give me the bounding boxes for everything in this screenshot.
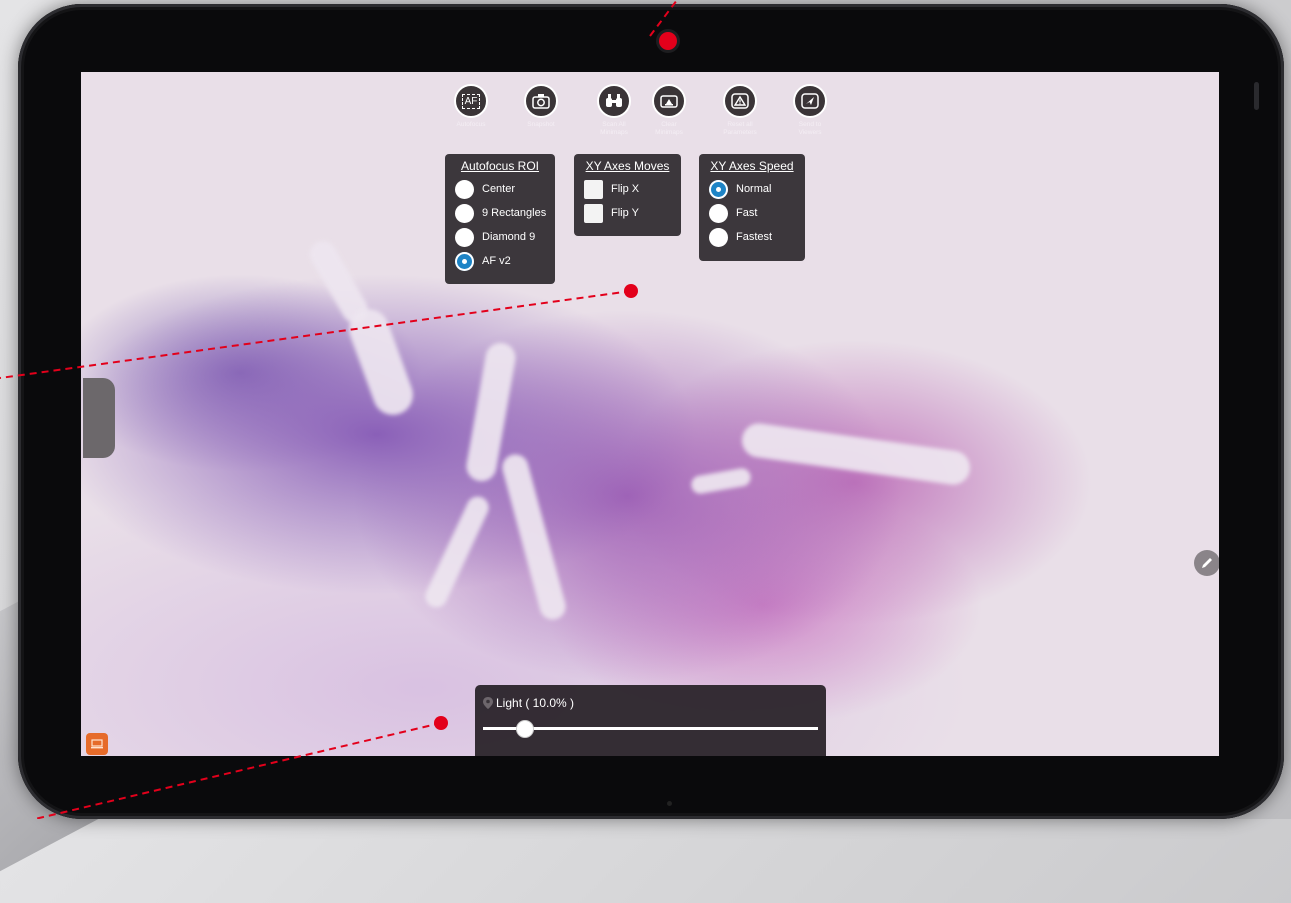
autofocus-roi-title: Autofocus ROI xyxy=(460,159,540,173)
toolbar: AF Autofocus Snapshot Scan All Minimaps C… xyxy=(81,84,1219,154)
xy-axes-moves-title: XY Axes Moves xyxy=(585,159,670,173)
light-control-panel: Light ( 10.0% ) xyxy=(475,685,826,756)
roi-radio-9-rectangles[interactable] xyxy=(455,203,474,223)
speed-radio-normal[interactable] xyxy=(709,179,728,199)
keyboard-button[interactable] xyxy=(86,733,108,755)
light-slider-thumb[interactable] xyxy=(515,720,534,738)
snapshot-tool[interactable]: Snapshot xyxy=(513,84,569,129)
flip-y-label: Flip Y xyxy=(611,207,639,219)
roi-option-9-rectangles[interactable]: 9 Rectangles xyxy=(445,201,555,225)
speed-option-fastest[interactable]: Fastest xyxy=(699,225,805,249)
speed-radio-fast[interactable] xyxy=(709,203,728,223)
af-icon: AF xyxy=(461,93,481,109)
camera-icon xyxy=(532,94,550,109)
reset-params-tool[interactable]: Reset all Parameters xyxy=(712,84,768,137)
flip-x-option[interactable]: Flip X xyxy=(574,177,681,201)
microscope-view[interactable]: AF Autofocus Snapshot Scan All Minimaps C… xyxy=(81,72,1219,756)
flip-y-option[interactable]: Flip Y xyxy=(574,201,681,225)
xy-axes-speed-title: XY Axes Speed xyxy=(710,159,794,173)
roi-radio-af-v2[interactable] xyxy=(455,251,474,271)
reset-label-1: Reset all xyxy=(727,121,753,128)
autofocus-roi-panel: Autofocus ROI Center 9 Rectangles Diamon… xyxy=(445,154,555,284)
reset-params-button[interactable] xyxy=(723,84,757,118)
clear-minimaps-tool[interactable]: Clear Minimaps xyxy=(641,84,697,137)
speed-option-label: Normal xyxy=(736,183,772,195)
tablet-side-grip xyxy=(83,378,115,458)
scan-all-tool[interactable]: Scan All Minimaps xyxy=(586,84,642,137)
scan-all-label-2: Minimaps xyxy=(600,129,628,136)
keyboard-icon xyxy=(91,739,103,749)
speed-option-label: Fast xyxy=(736,207,758,219)
scan-all-button[interactable] xyxy=(597,84,631,118)
roi-option-label: Diamond 9 xyxy=(482,231,536,243)
flip-x-checkbox[interactable] xyxy=(584,179,603,199)
xy-axes-moves-panel: XY Axes Moves Flip X Flip Y xyxy=(574,154,681,236)
snapshot-label: Snapshot xyxy=(527,121,555,128)
eraser-icon xyxy=(660,95,678,108)
autofocus-tool[interactable]: AF Autofocus xyxy=(443,84,499,129)
roi-radio-center[interactable] xyxy=(455,179,474,199)
roi-option-diamond-9[interactable]: Diamond 9 xyxy=(445,225,555,249)
clear-label-2: Minimaps xyxy=(655,129,683,136)
warning-icon xyxy=(731,93,749,109)
roi-option-af-v2[interactable]: AF v2 xyxy=(445,249,555,273)
reset-label-2: Parameters xyxy=(723,129,757,136)
autofocus-button[interactable]: AF xyxy=(454,84,488,118)
speed-option-normal[interactable]: Normal xyxy=(699,177,805,201)
clear-minimaps-button[interactable] xyxy=(652,84,686,118)
send-label-2: Viewers xyxy=(798,129,822,136)
tablet-bottom-sensor xyxy=(667,801,672,806)
pencil-icon xyxy=(1202,558,1212,568)
clear-label-1: Clear xyxy=(661,121,677,128)
roi-option-label: 9 Rectangles xyxy=(482,207,547,219)
autofocus-label: Autofocus xyxy=(456,121,486,128)
flip-x-label: Flip X xyxy=(611,183,640,195)
send-viewers-tool[interactable]: Send to Viewers xyxy=(782,84,838,137)
speed-option-fast[interactable]: Fast xyxy=(699,201,805,225)
flip-y-checkbox[interactable] xyxy=(584,203,603,223)
edit-button[interactable] xyxy=(1194,550,1219,576)
xy-axes-speed-panel: XY Axes Speed Normal Fast Fastest xyxy=(699,154,805,261)
roi-radio-diamond-9[interactable] xyxy=(455,227,474,247)
send-label-1: Send to xyxy=(798,121,822,128)
tablet-side-button xyxy=(1254,82,1259,110)
roi-option-label: AF v2 xyxy=(482,255,511,267)
binoculars-icon xyxy=(606,94,622,107)
speed-radio-fastest[interactable] xyxy=(709,227,728,247)
front-camera-marker xyxy=(659,32,677,50)
send-icon xyxy=(801,93,819,109)
send-viewers-button[interactable] xyxy=(793,84,827,118)
roi-option-center[interactable]: Center xyxy=(445,177,555,201)
roi-option-label: Center xyxy=(482,183,516,195)
snapshot-button[interactable] xyxy=(524,84,558,118)
scan-all-label-1: Scan All xyxy=(602,121,626,128)
speed-option-label: Fastest xyxy=(736,231,773,243)
location-pin-icon xyxy=(483,697,493,709)
light-label: Light ( 10.0% ) xyxy=(496,696,575,710)
